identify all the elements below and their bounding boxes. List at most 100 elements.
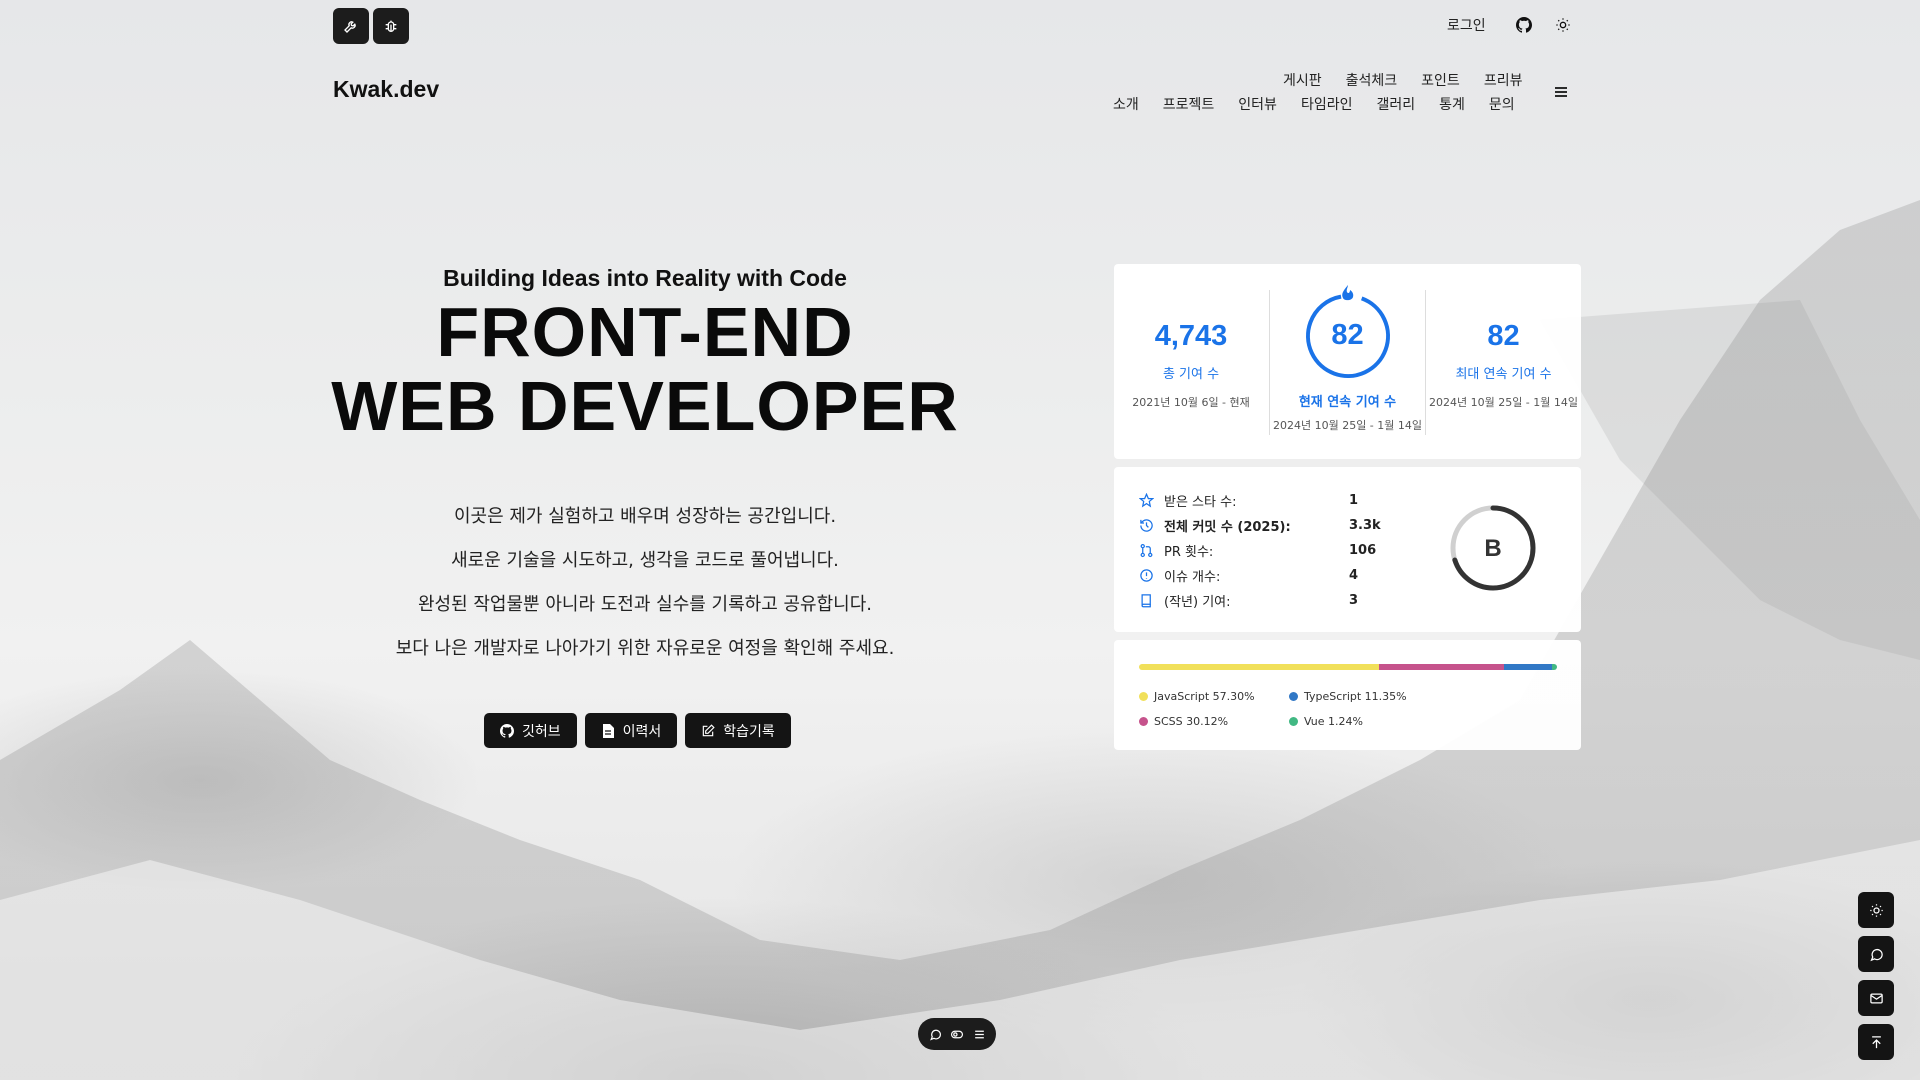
hero-description: 이곳은 제가 실험하고 배우며 성장하는 공간입니다. 새로운 기술을 시도하고… <box>300 495 990 671</box>
github-button[interactable]: 깃허브 <box>484 713 577 748</box>
github-link[interactable] <box>1514 15 1534 35</box>
resume-button-label: 이력서 <box>622 723 662 740</box>
bottom-toolbar <box>918 1018 996 1050</box>
nav-preview[interactable]: 프리뷰 <box>1484 70 1523 90</box>
hero-desc-line: 완성된 작업물뿐 아니라 도전과 실수를 기록하고 공유합니다. <box>417 594 873 615</box>
login-link[interactable]: 로그인 <box>1447 15 1486 35</box>
hamburger-menu-button[interactable] <box>1553 84 1571 98</box>
issue-icon <box>1138 568 1154 584</box>
lang-name: SCSS <box>1154 715 1183 728</box>
star-icon <box>1138 493 1154 509</box>
longest-streak-value: 82 <box>1487 320 1520 352</box>
nav-attendance[interactable]: 출석체크 <box>1346 70 1398 90</box>
stat-label: PR 횟수: <box>1164 545 1214 560</box>
hero-subtitle: Building Ideas into Reality with Code <box>443 265 847 291</box>
total-contributions-label: 총 기여 수 <box>1162 367 1220 382</box>
tool-wrench-button[interactable] <box>333 8 369 44</box>
stat-row-stars: 받은 스타 수: 1 <box>1138 491 1358 510</box>
lang-name: Vue <box>1304 715 1325 728</box>
language-bar <box>1139 664 1557 670</box>
float-mail-button[interactable] <box>1858 980 1894 1016</box>
edit-icon <box>701 723 715 738</box>
nav-timeline[interactable]: 타임라인 <box>1301 94 1353 114</box>
lang-name: JavaScript <box>1154 690 1210 703</box>
total-contributions-date: 2021년 10월 6일 - 현재 <box>1132 396 1250 409</box>
brand-logo[interactable]: Kwak.dev <box>333 76 439 103</box>
comment-button[interactable] <box>928 1027 942 1041</box>
stat-row-contributed: (작년) 기여: 3 <box>1138 591 1358 610</box>
stat-value: 4 <box>1349 568 1359 583</box>
stat-value: 106 <box>1349 543 1377 558</box>
stat-value: 1 <box>1349 493 1359 508</box>
mail-icon <box>1869 993 1883 1003</box>
toggle-icon <box>950 1030 964 1038</box>
github-icon <box>1516 17 1532 33</box>
rank-ring: B <box>1450 505 1536 591</box>
document-icon <box>601 723 615 738</box>
nav-about[interactable]: 소개 <box>1113 94 1139 114</box>
stat-row-prs: PR 횟수: 106 <box>1138 541 1376 560</box>
nav-interview[interactable]: 인터뷰 <box>1238 94 1277 114</box>
total-contributions-value: 4,743 <box>1154 320 1228 352</box>
github-stats-card: 받은 스타 수: 1 전체 커밋 수 (2025): 3.3k PR 횟수: 1… <box>1114 467 1581 632</box>
legend-dot <box>1139 692 1148 701</box>
hero-desc-line: 보다 나은 개발자로 나아가기 위한 자유로운 여정을 확인해 주세요. <box>395 638 895 659</box>
menu-icon <box>1555 87 1567 97</box>
nav-gallery[interactable]: 갤러리 <box>1376 94 1415 114</box>
history-icon <box>1138 518 1154 534</box>
hero-title-line1: FRONT-END <box>436 293 854 371</box>
chat-icon <box>1869 948 1883 961</box>
lang-percent: 1.24% <box>1328 715 1363 728</box>
fire-icon <box>1342 285 1354 301</box>
legend-dot <box>1289 692 1298 701</box>
language-bar-segment <box>1551 664 1557 670</box>
bug-icon <box>385 20 397 32</box>
current-streak: 82 현재 연속 기여 수 2024년 10월 25일 - 1월 14일 <box>1270 264 1425 459</box>
stat-value: 3 <box>1349 593 1359 608</box>
scroll-top-button[interactable] <box>1858 1024 1894 1060</box>
nav-board[interactable]: 게시판 <box>1283 70 1322 90</box>
nav-points[interactable]: 포인트 <box>1421 70 1460 90</box>
comment-icon <box>929 1029 941 1040</box>
lang-percent: 57.30% <box>1212 690 1255 703</box>
hero-title: FRONT-END WEB DEVELOPER <box>300 295 990 443</box>
list-button[interactable] <box>972 1027 986 1041</box>
github-icon <box>500 723 514 738</box>
current-streak-label: 현재 연속 기여 수 <box>1298 395 1397 410</box>
top-languages-card: JavaScript 57.30% SCSS 30.12% TypeScript… <box>1114 640 1581 750</box>
float-chat-button[interactable] <box>1858 936 1894 972</box>
lang-percent: 11.35% <box>1364 690 1407 703</box>
toggle-button[interactable] <box>950 1027 964 1041</box>
stat-value: 3.3k <box>1349 518 1381 533</box>
language-scss: SCSS 30.12% <box>1139 715 1228 728</box>
current-streak-date: 2024년 10월 25일 - 1월 14일 <box>1272 419 1423 432</box>
study-log-button-label: 학습기록 <box>723 723 775 740</box>
language-bar-segment <box>1378 664 1505 670</box>
list-icon <box>974 1030 984 1038</box>
language-bar-segment <box>1504 664 1552 670</box>
theme-toggle[interactable] <box>1553 15 1573 35</box>
stat-row-commits: 전체 커밋 수 (2025): 3.3k <box>1138 516 1381 535</box>
study-log-button[interactable]: 학습기록 <box>685 713 791 748</box>
hero-desc-line: 이곳은 제가 실험하고 배우며 성장하는 공간입니다. <box>453 506 837 527</box>
float-theme-button[interactable] <box>1858 892 1894 928</box>
tool-bug-button[interactable] <box>373 8 409 44</box>
stat-label: 이슈 개수: <box>1164 570 1221 585</box>
legend-dot <box>1289 717 1298 726</box>
sun-icon <box>1869 903 1883 917</box>
stat-label: 받은 스타 수: <box>1164 495 1237 510</box>
pull-request-icon <box>1138 543 1154 559</box>
stat-row-issues: 이슈 개수: 4 <box>1138 566 1358 585</box>
nav-stats[interactable]: 통계 <box>1439 94 1465 114</box>
longest-streak-label: 최대 연속 기여 수 <box>1455 367 1552 382</box>
longest-streak-date: 2024년 10월 25일 - 1월 14일 <box>1428 396 1579 409</box>
stat-label: (작년) 기여: <box>1164 595 1231 610</box>
sun-icon <box>1556 18 1570 32</box>
longest-streak: 82 최대 연속 기여 수 2024년 10월 25일 - 1월 14일 <box>1426 264 1581 459</box>
resume-button[interactable]: 이력서 <box>584 713 678 748</box>
nav-projects[interactable]: 프로젝트 <box>1163 94 1215 114</box>
streak-stats-card: 4,743 총 기여 수 2021년 10월 6일 - 현재 82 현재 연속 … <box>1114 264 1581 459</box>
nav-contact[interactable]: 문의 <box>1489 94 1515 114</box>
legend-dot <box>1139 717 1148 726</box>
lang-name: TypeScript <box>1304 690 1362 703</box>
